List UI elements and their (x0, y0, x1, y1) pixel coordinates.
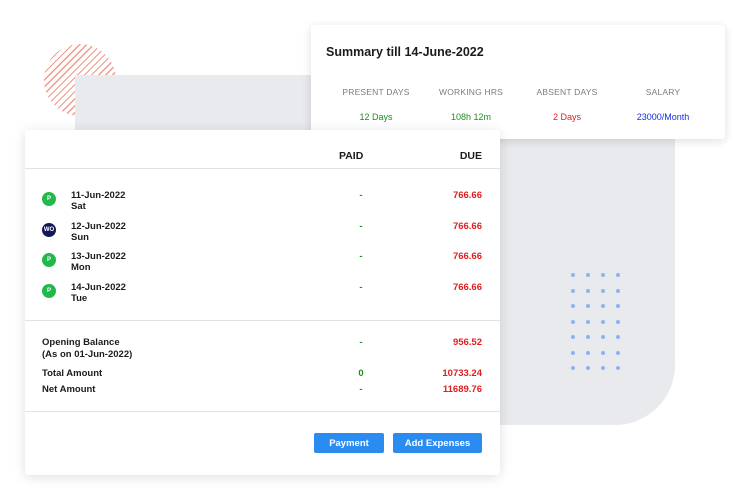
stat-working-hrs: WORKING HRS 108h 12m (421, 87, 521, 122)
stat-value: 108h 12m (450, 112, 492, 122)
row-date-text: 14-Jun-2022 (71, 282, 126, 293)
column-header-paid: PAID (339, 150, 364, 162)
row-due: 766.66 (452, 251, 482, 262)
add-expenses-button[interactable]: Add Expenses (393, 433, 482, 453)
net-amount-due: 11689.76 (442, 384, 482, 395)
stat-present-days: PRESENT DAYS 12 Days (326, 87, 426, 122)
opening-balance-text: Opening Balance (42, 337, 120, 348)
row-date: 13-Jun-2022 Mon (71, 251, 126, 273)
stat-label: ABSENT DAYS (536, 87, 598, 97)
present-badge: P (42, 192, 56, 206)
net-amount-paid: - (359, 384, 363, 395)
row-paid: - (359, 282, 363, 293)
opening-balance-paid: - (359, 337, 363, 348)
row-paid: - (359, 221, 363, 232)
row-date: 11-Jun-2022 Sat (71, 190, 125, 212)
row-date-text: 13-Jun-2022 (71, 251, 126, 262)
row-date-text: 12-Jun-2022 (71, 221, 126, 232)
opening-balance-date: (As on 01-Jun-2022) (42, 348, 133, 360)
payment-button[interactable]: Payment (314, 433, 384, 453)
summary-card: Summary till 14-June-2022 PRESENT DAYS 1… (311, 25, 725, 139)
opening-balance-label: Opening Balance (As on 01-Jun-2022) (42, 337, 132, 360)
row-day-text: Sat (71, 201, 86, 212)
net-amount-label: Net Amount (42, 384, 96, 395)
total-amount-paid: 0 (358, 368, 364, 379)
stat-salary: SALARY 23000/Month (613, 87, 713, 122)
opening-balance-due: 956.52 (452, 337, 482, 348)
present-badge: P (42, 284, 56, 298)
totals-divider (25, 411, 500, 412)
row-due: 766.66 (452, 221, 482, 232)
column-header-due: DUE (459, 150, 482, 162)
row-paid: - (359, 251, 363, 262)
stat-label: WORKING HRS (438, 87, 504, 97)
row-date-text: 11-Jun-2022 (71, 190, 126, 201)
summary-title: Summary till 14-June-2022 (326, 45, 484, 59)
total-amount-due: 10733.24 (442, 368, 482, 379)
row-day-text: Mon (71, 262, 91, 273)
row-due: 766.66 (452, 190, 482, 201)
rows-divider (25, 320, 500, 321)
present-badge: P (42, 253, 56, 267)
ledger-card: PAID DUE P 11-Jun-2022 Sat - 766.66 WO 1… (25, 130, 500, 475)
row-day-text: Tue (71, 293, 88, 304)
decorative-dot-grid (571, 273, 631, 378)
stat-value: 2 Days (552, 112, 581, 122)
stat-label: SALARY (645, 87, 681, 97)
stat-absent-days: ABSENT DAYS 2 Days (517, 87, 617, 122)
total-amount-label: Total Amount (42, 368, 103, 379)
row-due: 766.66 (452, 282, 482, 293)
row-paid: - (359, 190, 363, 201)
row-date: 12-Jun-2022 Sun (71, 221, 126, 243)
row-date: 14-Jun-2022 Tue (71, 282, 126, 304)
week-off-badge: WO (42, 223, 56, 237)
stat-value: 23000/Month (636, 112, 690, 122)
stat-value: 12 Days (359, 112, 393, 122)
header-divider (25, 168, 500, 169)
stat-label: PRESENT DAYS (342, 87, 410, 97)
row-day-text: Sun (71, 232, 89, 243)
